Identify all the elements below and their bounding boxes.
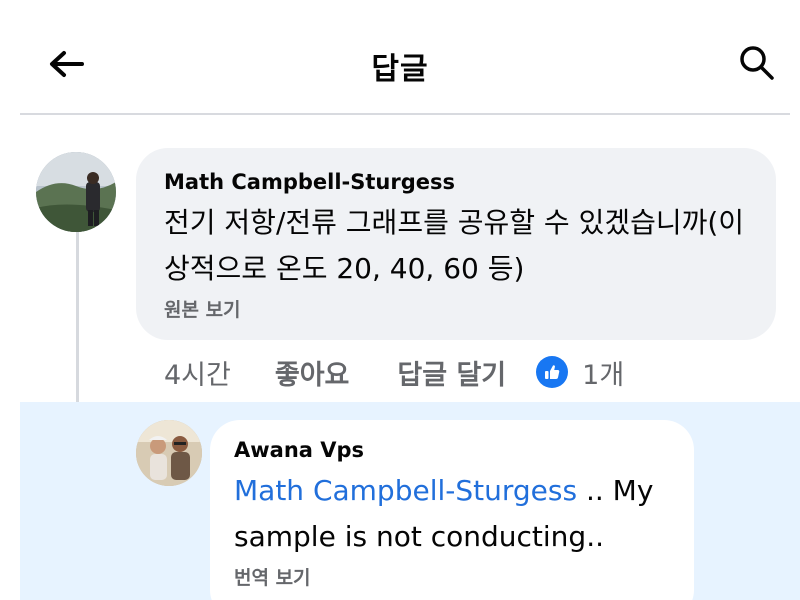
replies-screen: 답글 Math Campbell-Sturgess 전기 저항/전류 그래프를 … bbox=[0, 0, 800, 600]
reply-button[interactable]: 답글 달기 bbox=[397, 353, 506, 392]
comment-timestamp[interactable]: 4시간 bbox=[164, 353, 231, 392]
avatar-photo bbox=[136, 420, 202, 486]
header-divider bbox=[20, 113, 790, 115]
page-title: 답글 bbox=[371, 52, 429, 87]
like-reaction-icon[interactable] bbox=[536, 356, 569, 388]
avatar-photo bbox=[36, 152, 116, 232]
reply-author[interactable]: Awana Vps bbox=[234, 438, 364, 462]
comment-actions: 4시간 좋아요 답글 달기 1개 bbox=[164, 352, 624, 392]
comment-author[interactable]: Math Campbell-Sturgess bbox=[164, 170, 455, 194]
search-button[interactable] bbox=[734, 40, 780, 86]
search-icon bbox=[740, 46, 774, 80]
avatar[interactable] bbox=[36, 152, 116, 232]
thumbs-up-icon bbox=[545, 365, 560, 379]
comment-text: 전기 저항/전류 그래프를 공유할 수 있겠습니까(이상적으로 온도 20, 4… bbox=[164, 206, 745, 285]
top-bar: 답글 bbox=[0, 0, 800, 112]
like-button[interactable]: 좋아요 bbox=[275, 353, 350, 392]
reaction-count[interactable]: 1개 bbox=[582, 353, 624, 392]
see-original-link[interactable]: 원본 보기 bbox=[164, 295, 241, 322]
mention-link[interactable]: Math Campbell-Sturgess bbox=[234, 474, 577, 507]
see-translation-link[interactable]: 번역 보기 bbox=[234, 563, 311, 590]
reply-text: Math Campbell-Sturgess .. My sample is n… bbox=[234, 468, 684, 560]
reply-avatar[interactable] bbox=[136, 420, 202, 486]
